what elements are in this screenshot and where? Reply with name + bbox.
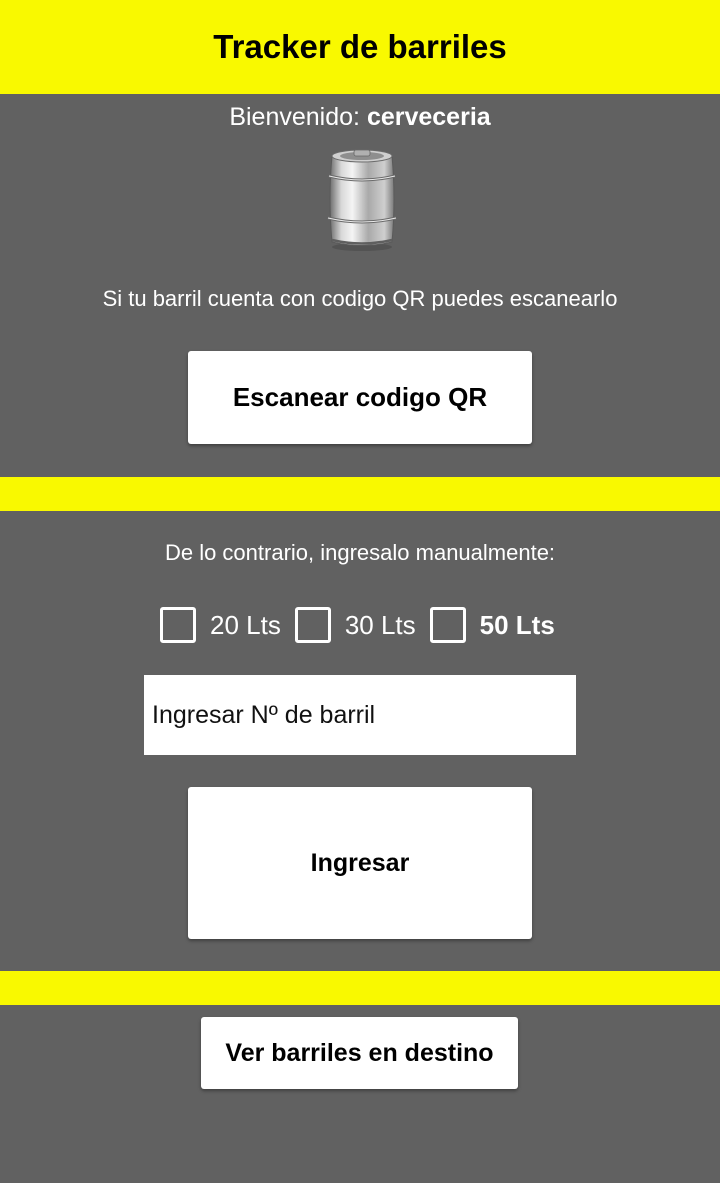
section-divider (0, 477, 720, 511)
checkbox-50-lts[interactable] (429, 607, 466, 643)
option-30-lts[interactable]: 30 Lts (294, 607, 416, 643)
checkbox-20-lts[interactable] (160, 607, 196, 643)
beer-keg-icon (327, 149, 397, 251)
view-barrels-button[interactable]: Ver barriles en destino (201, 1017, 518, 1089)
option-20-lts[interactable]: 20 Lts (160, 607, 281, 643)
option-label: 30 Lts (344, 609, 416, 640)
app-title: Tracker de barriles (213, 28, 507, 65)
submit-button[interactable]: Ingresar (188, 787, 532, 939)
scan-qr-button[interactable]: Escanear codigo QR (188, 351, 532, 444)
option-50-lts[interactable]: 50 Lts (429, 607, 555, 643)
barrel-number-input[interactable] (144, 675, 576, 755)
size-options: 20 Lts 30 Lts 50 Lts (160, 603, 569, 647)
option-label: 50 Lts (479, 609, 555, 640)
section-divider (0, 971, 720, 1005)
welcome-prefix: Bienvenido: (229, 103, 367, 131)
option-label: 20 Lts (210, 609, 281, 640)
welcome-message: Bienvenido: cerveceria (0, 103, 720, 132)
checkbox-30-lts[interactable] (294, 607, 331, 643)
username: cerveceria (366, 103, 491, 131)
qr-hint-text: Si tu barril cuenta con codigo QR puedes… (102, 286, 618, 311)
manual-entry-hint: De lo contrario, ingresalo manualmente: (164, 540, 556, 565)
app-header: Tracker de barriles (0, 0, 720, 94)
